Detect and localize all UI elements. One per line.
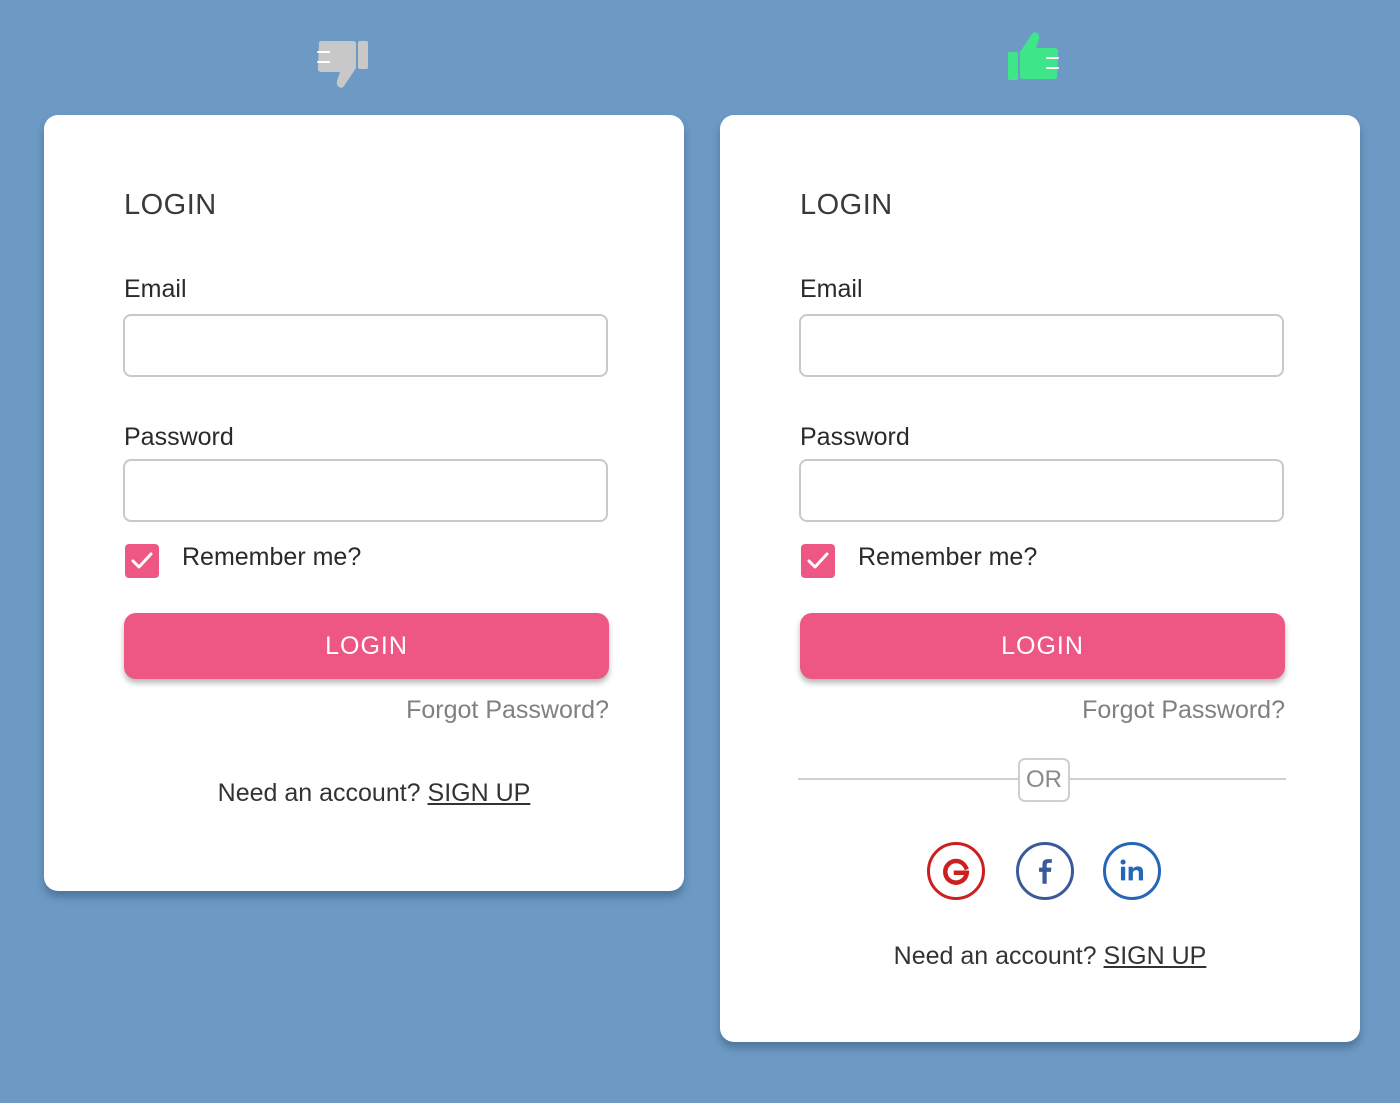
password-input[interactable] xyxy=(123,459,608,522)
facebook-icon xyxy=(1039,859,1052,884)
google-login-button[interactable] xyxy=(927,842,985,900)
password-input[interactable] xyxy=(799,459,1284,522)
remember-me-label: Remember me? xyxy=(858,543,1038,571)
linkedin-icon xyxy=(1120,859,1144,881)
login-button[interactable]: LOGIN xyxy=(800,613,1285,679)
remember-me-label: Remember me? xyxy=(182,543,362,571)
signup-link[interactable]: SIGN UP xyxy=(1104,942,1207,970)
signup-row: Need an account? SIGN UP xyxy=(720,942,1380,971)
email-input[interactable] xyxy=(123,314,608,377)
remember-me-checkbox[interactable] xyxy=(801,544,835,578)
email-label: Email xyxy=(124,275,187,303)
thumbs-up-icon xyxy=(1005,30,1063,88)
google-icon xyxy=(943,858,970,885)
forgot-password-link[interactable]: Forgot Password? xyxy=(1082,696,1285,725)
login-button[interactable]: LOGIN xyxy=(124,613,609,679)
forgot-password-link[interactable]: Forgot Password? xyxy=(406,696,609,725)
facebook-login-button[interactable] xyxy=(1016,842,1074,900)
login-card-social: LOGIN Email Password Remember me? LOGIN … xyxy=(720,115,1360,1042)
email-label: Email xyxy=(800,275,863,303)
remember-me-checkbox[interactable] xyxy=(125,544,159,578)
signup-prompt: Need an account? xyxy=(893,942,1104,970)
or-divider: OR xyxy=(1018,758,1070,802)
email-input[interactable] xyxy=(799,314,1284,377)
checkmark-icon xyxy=(807,552,829,569)
checkmark-icon xyxy=(131,552,153,569)
password-label: Password xyxy=(800,423,910,451)
signup-prompt: Need an account? xyxy=(217,779,428,807)
linkedin-login-button[interactable] xyxy=(1103,842,1161,900)
thumbs-down-icon xyxy=(313,32,371,90)
login-card-basic: LOGIN Email Password Remember me? LOGIN … xyxy=(44,115,684,891)
signup-link[interactable]: SIGN UP xyxy=(428,779,531,807)
card-title: LOGIN xyxy=(124,189,217,221)
signup-row: Need an account? SIGN UP xyxy=(44,779,704,808)
card-title: LOGIN xyxy=(800,189,893,221)
password-label: Password xyxy=(124,423,234,451)
